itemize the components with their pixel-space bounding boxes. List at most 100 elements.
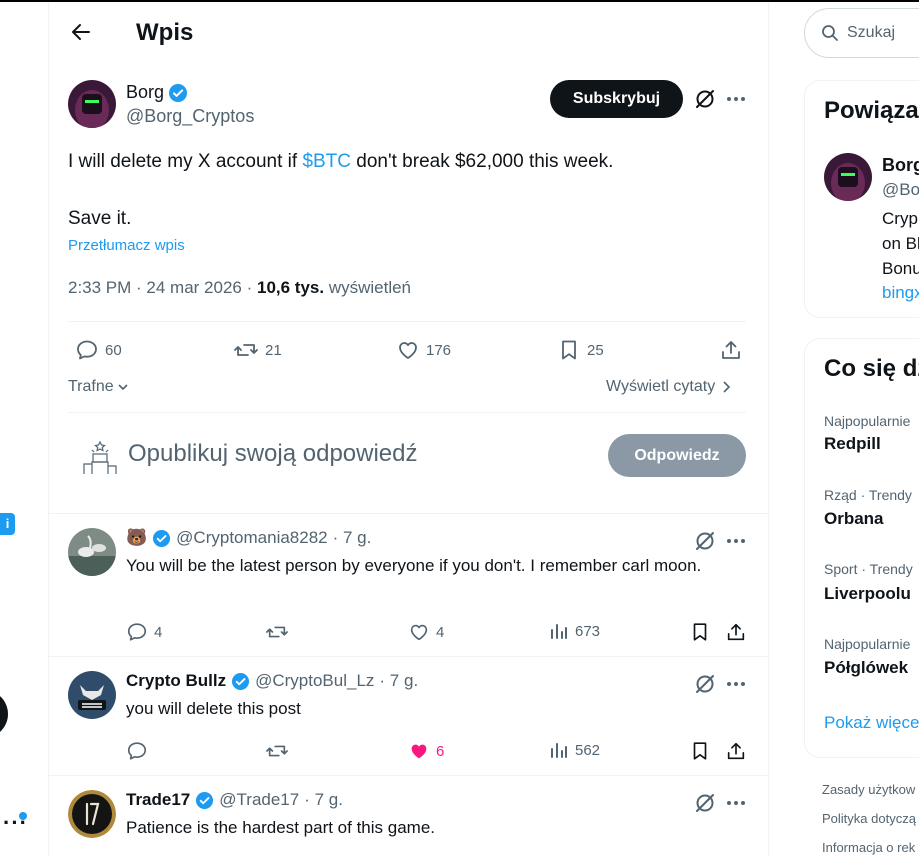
post-meta: 2:33 PM · 24 mar 2026 · 10,6 tys. wyświe… — [68, 278, 412, 297]
related-handle[interactable]: @Bo — [882, 180, 919, 200]
account-avatar[interactable] — [0, 690, 8, 738]
share-action[interactable] — [725, 740, 747, 762]
reply-input[interactable]: Opublikuj swoją odpowiedź — [128, 440, 418, 468]
post-timestamp[interactable]: 2:33 PM · 24 mar 2026 · — [68, 278, 257, 297]
trend-item[interactable]: Redpill — [824, 434, 881, 454]
like-action[interactable]: 4 — [408, 621, 444, 643]
reply-time[interactable]: · 7 g. — [333, 528, 372, 548]
reply-icon — [127, 742, 147, 760]
bookmark-icon — [693, 742, 707, 760]
subscribe-button[interactable]: Subskrybuj — [550, 80, 683, 118]
related-bio-link[interactable]: bingx — [882, 283, 919, 303]
heart-icon — [399, 342, 417, 359]
author-handle[interactable]: @Borg_Cryptos — [126, 106, 254, 127]
footer-link[interactable]: Informacja o rek — [822, 840, 915, 855]
reply-time[interactable]: · 7 g. — [379, 671, 418, 691]
reply-avatar[interactable] — [68, 790, 116, 838]
page-header: Wpis — [49, 2, 768, 62]
share-action[interactable] — [725, 621, 747, 643]
trend-item[interactable]: Liverpoolu — [824, 584, 911, 604]
views-count: 10,6 tys. — [256, 278, 325, 297]
nav-badge[interactable]: i — [0, 513, 15, 535]
verified-badge-icon — [153, 529, 171, 547]
like-action[interactable]: 176 — [396, 338, 451, 362]
footer-link[interactable]: Zasady użytkow — [822, 782, 915, 797]
bear-emoji: 🐻 — [126, 528, 148, 547]
composer-avatar-icon — [83, 440, 117, 474]
repost-action[interactable] — [265, 621, 295, 643]
trend-context: Najpopularnie — [824, 413, 911, 429]
share-icon — [727, 623, 745, 641]
reply-icon — [127, 623, 147, 641]
page-title: Wpis — [136, 19, 194, 46]
reply-item[interactable]: Crypto Bullz @CryptoBul_Lz · 7 g. you wi… — [49, 656, 768, 776]
views-action[interactable]: 673 — [549, 621, 600, 641]
more-options-icon[interactable] — [726, 792, 746, 814]
reply-text: Patience is the hardest part of this gam… — [126, 818, 436, 837]
chevron-down-icon — [118, 384, 128, 391]
reply-handle[interactable]: @Cryptomania8282 — [176, 528, 327, 548]
back-arrow-icon[interactable] — [69, 20, 93, 44]
reply-handle[interactable]: @CryptoBul_Lz — [255, 671, 374, 691]
verified-badge-icon — [232, 672, 250, 690]
trend-context: Rząd · Trendy — [824, 487, 912, 503]
trend-context: Najpopularnie — [824, 636, 911, 652]
view-quotes-link[interactable]: Wyświetl cytaty — [606, 378, 731, 396]
share-action[interactable] — [719, 338, 743, 362]
bookmark-icon — [562, 340, 576, 360]
analytics-icon — [551, 743, 567, 758]
reply-header: 🐻 @Cryptomania8282 · 7 g. — [126, 528, 371, 548]
reply-time[interactable]: · 7 g. — [304, 790, 343, 810]
more-options-icon[interactable] — [726, 530, 746, 552]
search-input[interactable]: Szukaj — [804, 8, 919, 58]
grok-icon[interactable] — [694, 792, 716, 814]
translate-link[interactable]: Przetłumacz wpis — [68, 237, 185, 254]
grok-icon[interactable] — [694, 673, 716, 695]
sort-dropdown[interactable]: Trafne — [68, 378, 130, 396]
repost-action[interactable] — [265, 740, 295, 762]
main-column: Wpis Borg @Borg_Cryptos Subskrybuj I wil… — [48, 2, 769, 856]
reply-action[interactable]: 60 — [75, 338, 122, 362]
views-action[interactable]: 562 — [549, 740, 600, 760]
grok-icon[interactable] — [694, 530, 716, 552]
reply-icon — [77, 340, 97, 360]
more-options-icon[interactable] — [726, 673, 746, 695]
bookmark-action[interactable]: 25 — [557, 338, 604, 362]
reply-item[interactable]: 🐻 @Cryptomania8282 · 7 g. You will be th… — [49, 513, 768, 657]
trend-item[interactable]: Półglówek — [824, 658, 908, 678]
cashtag-link[interactable]: $BTC — [302, 151, 351, 172]
search-placeholder: Szukaj — [847, 24, 896, 41]
reply-header: Trade17 @Trade17 · 7 g. — [126, 790, 343, 810]
notification-dot — [19, 812, 27, 820]
show-more-link[interactable]: Pokaż więce — [824, 713, 919, 733]
reply-action[interactable]: 4 — [126, 621, 162, 643]
trend-context: Sport · Trendy — [824, 561, 913, 577]
reply-avatar[interactable] — [68, 528, 116, 576]
reply-avatar[interactable] — [68, 671, 116, 719]
like-action-active[interactable]: 6 — [408, 740, 444, 762]
repost-icon — [266, 745, 288, 757]
author-name[interactable]: Borg — [126, 82, 188, 103]
repost-action[interactable]: 21 — [233, 338, 282, 362]
verified-badge-icon — [169, 83, 188, 102]
reply-action[interactable] — [126, 740, 154, 762]
related-name[interactable]: Borg — [882, 155, 919, 176]
more-options-icon[interactable] — [726, 88, 746, 110]
trend-item[interactable]: Orbana — [824, 509, 884, 529]
reply-text: you will delete this post — [126, 699, 301, 718]
related-avatar[interactable] — [824, 153, 872, 201]
author-avatar[interactable] — [68, 80, 116, 128]
reply-item[interactable]: Trade17 @Trade17 · 7 g. Patience is the … — [49, 775, 768, 857]
reply-handle[interactable]: @Trade17 — [219, 790, 299, 810]
reply-author-name[interactable]: Trade17 — [126, 790, 190, 810]
bookmark-action[interactable] — [689, 621, 711, 643]
share-icon — [722, 341, 740, 359]
bookmark-action[interactable] — [689, 740, 711, 762]
heart-icon — [410, 624, 428, 641]
grok-icon[interactable] — [694, 88, 716, 110]
footer-link[interactable]: Polityka dotyczą — [822, 811, 916, 826]
share-icon — [727, 742, 745, 760]
reply-button[interactable]: Odpowiedz — [608, 434, 746, 477]
reply-author-name[interactable]: Crypto Bullz — [126, 671, 226, 691]
author-name-text[interactable]: Borg — [126, 82, 164, 103]
